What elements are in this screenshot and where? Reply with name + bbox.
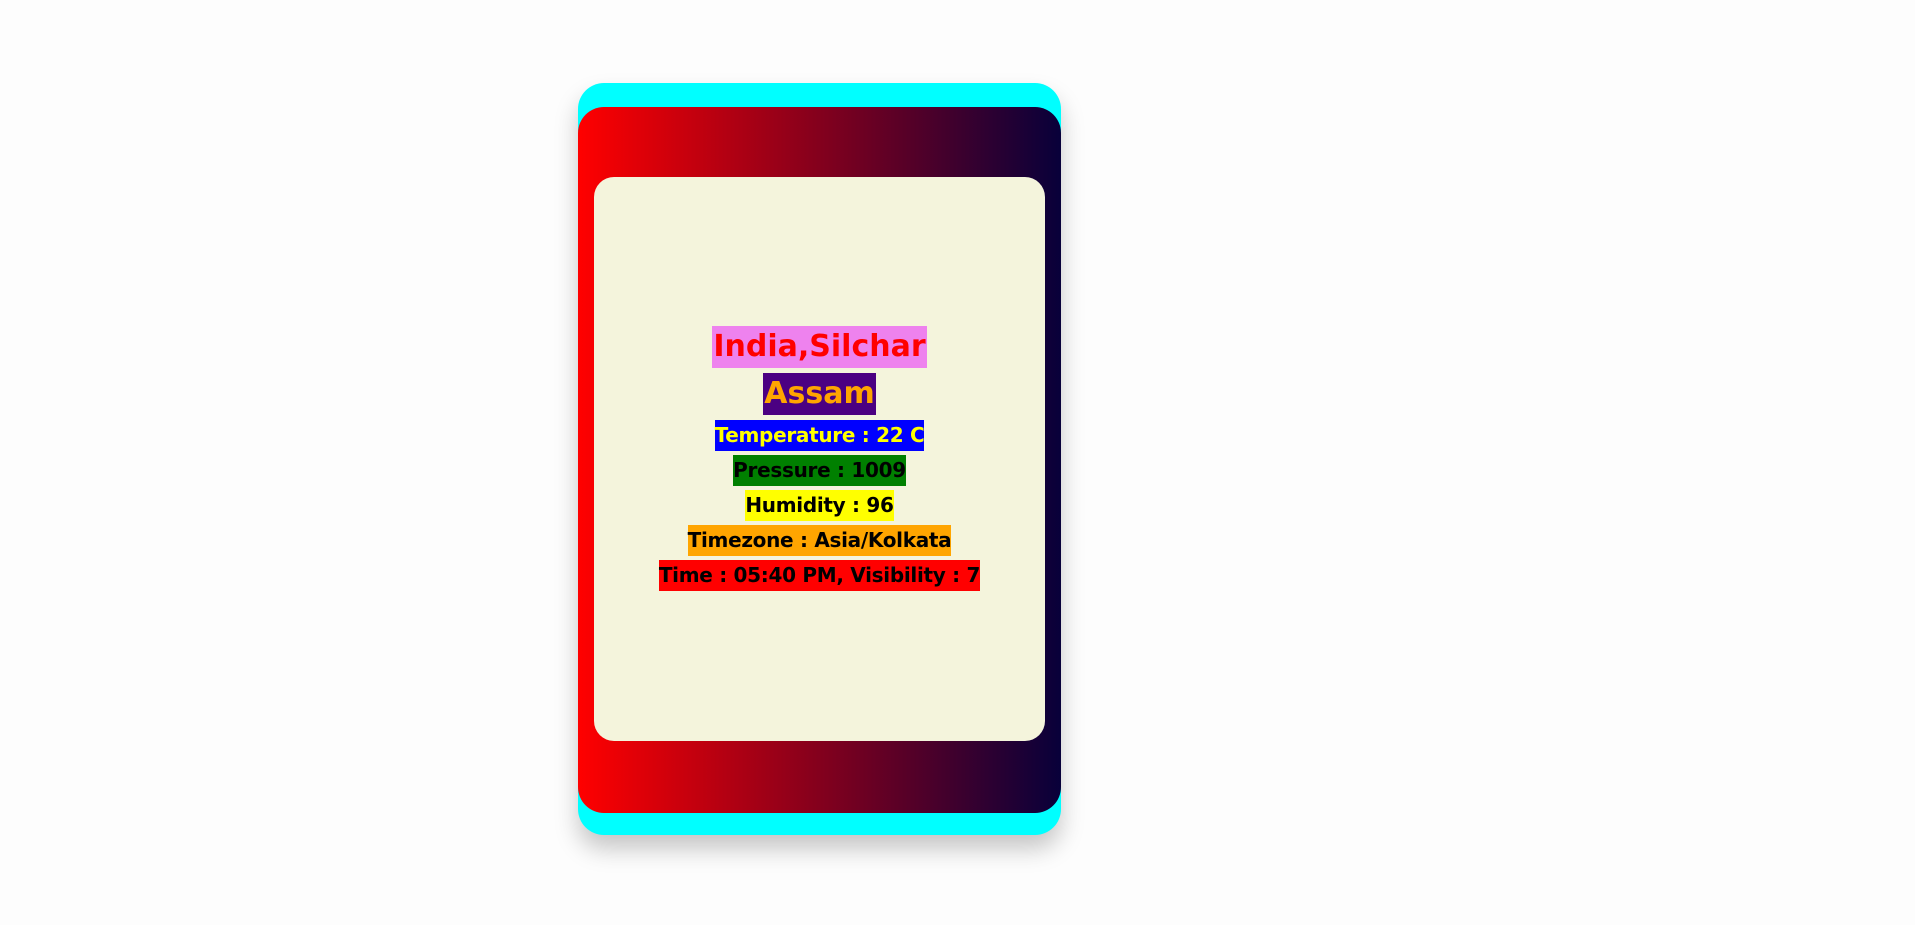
- weather-panel: India,Silchar Assam Temperature : 22 C P…: [594, 177, 1045, 741]
- location-label: India,Silchar: [712, 326, 927, 368]
- time-visibility-label: Time : 05:40 PM, Visibility : 7: [658, 560, 980, 591]
- weather-info: India,Silchar Assam Temperature : 22 C P…: [594, 326, 1045, 595]
- pressure-label: Pressure : 1009: [733, 455, 906, 486]
- temperature-label: Temperature : 22 C: [714, 420, 925, 451]
- timezone-label: Timezone : Asia/Kolkata: [687, 525, 952, 556]
- weather-card: India,Silchar Assam Temperature : 22 C P…: [578, 83, 1061, 835]
- humidity-label: Humidity : 96: [745, 490, 894, 521]
- gradient-frame: India,Silchar Assam Temperature : 22 C P…: [578, 107, 1061, 813]
- region-label: Assam: [763, 373, 876, 415]
